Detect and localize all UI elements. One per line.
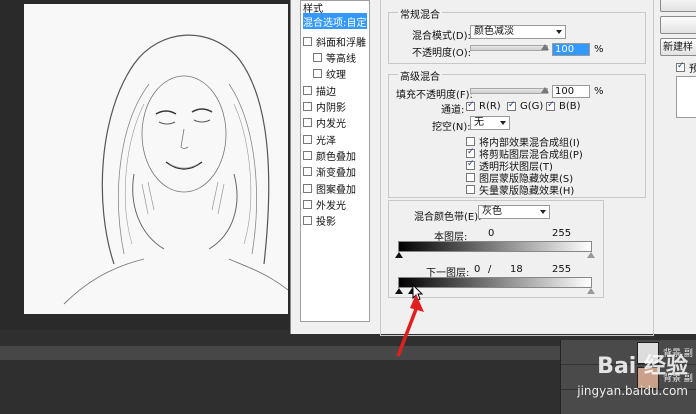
- opacity-label: 不透明度(O):: [412, 48, 472, 59]
- checkbox[interactable]: [303, 166, 312, 176]
- checkbox[interactable]: [466, 173, 475, 182]
- checkbox[interactable]: [303, 117, 312, 127]
- cancel-button[interactable]: [660, 16, 696, 34]
- style-item-stroke[interactable]: 描边: [303, 82, 367, 98]
- chevron-down-icon: [500, 121, 506, 125]
- channel-b-checkbox[interactable]: [546, 100, 555, 111]
- fill-opacity-percent: %: [594, 86, 604, 97]
- checkbox[interactable]: [313, 68, 322, 78]
- style-item-texture[interactable]: 纹理: [313, 65, 367, 81]
- chevron-down-icon: [556, 30, 562, 34]
- chevron-down-icon: [540, 210, 546, 214]
- underlying-sep: /: [488, 264, 492, 275]
- style-item-drop-shadow[interactable]: 投影: [303, 212, 367, 228]
- blend-if-select[interactable]: 灰色: [478, 205, 550, 219]
- checkbox[interactable]: [466, 147, 475, 158]
- style-preview-box: [676, 76, 696, 118]
- opacity-percent: %: [594, 44, 604, 55]
- style-item-bevel-emboss[interactable]: 斜面和浮雕: [303, 33, 367, 49]
- opacity-slider-thumb[interactable]: [541, 44, 549, 50]
- style-item-inner-glow[interactable]: 内发光: [303, 114, 367, 130]
- this-layer-high-value: 255: [552, 228, 572, 239]
- checkbox[interactable]: [466, 137, 475, 146]
- sketch-portrait-image: [24, 4, 305, 314]
- checkbox[interactable]: [303, 36, 312, 46]
- checkbox[interactable]: [303, 199, 312, 209]
- knockout-label: 挖空(N):: [432, 122, 471, 133]
- underlying-split-value: 18: [510, 264, 523, 275]
- this-layer-black-thumb[interactable]: [395, 252, 403, 258]
- style-list-header: 样式: [303, 3, 323, 15]
- checkbox[interactable]: [303, 183, 312, 193]
- this-layer-white-thumb[interactable]: [587, 252, 595, 258]
- checkbox[interactable]: [303, 101, 312, 111]
- red-arrow-icon: [396, 294, 424, 357]
- style-item-pattern-overlay[interactable]: 图案叠加: [303, 180, 367, 196]
- style-item-contour[interactable]: 等高线: [313, 49, 367, 65]
- checkbox[interactable]: [303, 150, 312, 160]
- underlying-high-value: 255: [552, 264, 572, 275]
- channel-g-checkbox[interactable]: [507, 100, 516, 111]
- style-item-gradient-overlay[interactable]: 渐变叠加: [303, 163, 367, 179]
- option-vector-mask-hides[interactable]: 矢量蒙版隐藏效果(H): [466, 182, 574, 197]
- style-item-outer-glow[interactable]: 外发光: [303, 196, 367, 212]
- style-list: 样式 混合选项:自定 斜面和浮雕 等高线 纹理 描边 内阴影 内发光 光泽 颜色…: [300, 0, 370, 322]
- watermark-url: jingyan.baidu.com: [577, 384, 688, 398]
- style-item-blending-options[interactable]: 混合选项:自定: [303, 13, 367, 29]
- style-item-inner-shadow[interactable]: 内阴影: [303, 98, 367, 114]
- this-layer-low-value: 0: [488, 228, 495, 239]
- channel-g-option[interactable]: G(G): [507, 100, 543, 112]
- normal-blend-title: 常规混合: [398, 6, 442, 21]
- checkbox[interactable]: [303, 215, 312, 225]
- blend-mode-label: 混合模式(D):: [412, 31, 471, 42]
- underlying-layer-gradient: [398, 277, 592, 288]
- checkbox[interactable]: [466, 159, 475, 170]
- fill-opacity-label: 填充不透明度(F):: [396, 90, 473, 101]
- this-layer-gradient: [398, 241, 592, 252]
- channel-b-option[interactable]: B(B): [546, 100, 581, 112]
- checkbox[interactable]: [466, 185, 475, 194]
- style-item-color-overlay[interactable]: 颜色叠加: [303, 147, 367, 163]
- opacity-slider[interactable]: [470, 45, 548, 51]
- blend-mode-select[interactable]: 颜色减淡: [470, 25, 566, 39]
- fill-opacity-slider-thumb[interactable]: [541, 87, 549, 93]
- opacity-input[interactable]: 100: [552, 43, 590, 56]
- blend-if-label: 混合颜色带(E):: [414, 212, 482, 223]
- preview-option[interactable]: 预: [676, 60, 696, 75]
- checkbox[interactable]: [313, 52, 322, 62]
- channel-r-option[interactable]: R(R): [466, 100, 501, 112]
- knockout-select[interactable]: 无: [470, 116, 510, 130]
- channels-label: 通道:: [441, 105, 465, 116]
- underlying-low-value: 0: [474, 264, 481, 275]
- fill-opacity-input[interactable]: 100: [552, 85, 590, 98]
- ok-button[interactable]: [660, 0, 696, 12]
- fill-opacity-slider[interactable]: [470, 88, 548, 94]
- style-item-satin[interactable]: 光泽: [303, 131, 367, 147]
- baidu-jingyan-logo: Bai 经验: [597, 354, 688, 379]
- preview-checkbox[interactable]: [676, 61, 685, 72]
- channel-r-checkbox[interactable]: [466, 100, 475, 111]
- underlying-white-thumb[interactable]: [587, 288, 595, 294]
- advanced-blend-title: 高级混合: [398, 68, 442, 83]
- new-style-button[interactable]: 新建样: [660, 38, 696, 56]
- checkbox[interactable]: [303, 134, 312, 144]
- checkbox[interactable]: [303, 85, 312, 95]
